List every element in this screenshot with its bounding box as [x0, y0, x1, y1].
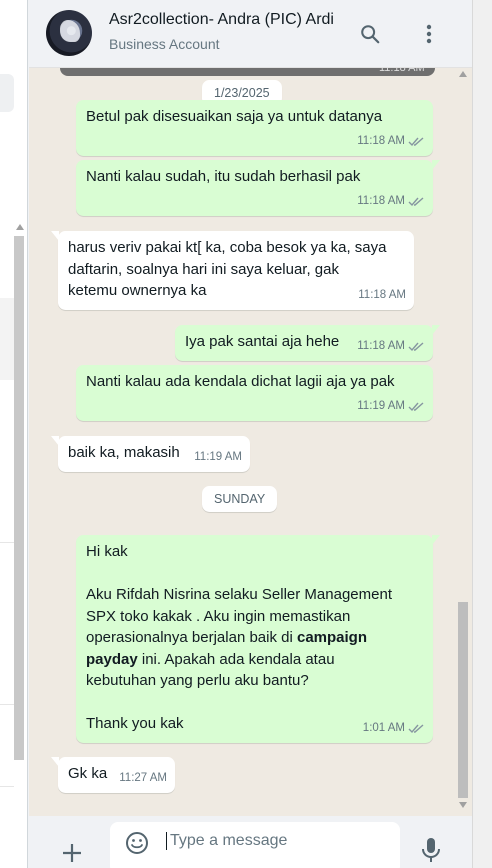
- message-text-line: payday ini. Apakah ada kendala atau: [86, 649, 423, 671]
- message-meta: 11:18 AM: [357, 336, 425, 358]
- bold-text: payday: [86, 650, 138, 668]
- message-text: Gk ka: [68, 765, 108, 782]
- scroll-up-arrow[interactable]: [16, 224, 24, 230]
- background-selected-item: [0, 298, 14, 380]
- message-text-line: harus veriv pakai kt[ ka, coba besok ya …: [68, 239, 387, 256]
- plus-icon[interactable]: [59, 840, 85, 866]
- message-meta: 11:18 AM: [357, 131, 425, 153]
- scroll-down-arrow[interactable]: [459, 802, 467, 808]
- date-separator: SUNDAY: [202, 486, 278, 512]
- divider: [0, 542, 14, 543]
- chat-window: Asr2collection- Andra (PIC) Ardi Busines…: [29, 0, 472, 868]
- message-text-line: ketemu ownernya ka: [68, 282, 207, 299]
- message-text: Nanti kalau sudah, itu sudah berhasil pa…: [86, 168, 361, 185]
- double-check-icon: [408, 402, 424, 411]
- outgoing-message[interactable]: Iya pak santai aja hehe 11:18 AM: [175, 325, 440, 361]
- message-time: 11:18 AM: [357, 194, 405, 207]
- avatar[interactable]: [46, 10, 92, 56]
- mic-icon[interactable]: [420, 836, 442, 864]
- message-text: baik ka, makasih: [68, 444, 180, 461]
- double-check-icon: [408, 342, 424, 351]
- composer-bar: [29, 816, 472, 868]
- scrollbar-thumb[interactable]: [458, 602, 468, 798]
- double-check-icon: [408, 137, 424, 146]
- message-time: 11:19 AM: [357, 399, 405, 412]
- message-text: ini. Apakah ada kendala atau: [141, 650, 335, 668]
- bold-text: campaign: [296, 629, 368, 646]
- message-time: 11:18 AM: [357, 339, 405, 352]
- message-meta: 1:01 AM: [363, 718, 425, 740]
- emoji-icon[interactable]: [124, 830, 150, 856]
- message-meta: 11:19 AM: [357, 396, 425, 418]
- chat-scrollbar[interactable]: [457, 68, 470, 816]
- incoming-message[interactable]: Gk ka 11:27 AM: [51, 757, 175, 793]
- message-list[interactable]: 11:18 AM 1/23/2025 Betul pak disesuaikan…: [29, 58, 472, 816]
- background-window-strip: [472, 0, 492, 868]
- message-text-line: operasionalnya berjalan baik di campaign: [86, 627, 423, 649]
- message-meta: 11:18 AM: [357, 191, 425, 213]
- incoming-message[interactable]: baik ka, makasih 11:19 AM: [51, 436, 250, 472]
- message-text: Betul pak disesuaikan saja ya untuk data…: [86, 108, 383, 125]
- message-meta: 11:18 AM: [358, 285, 406, 307]
- message-text-line: SPX toko kakak . Aku ingin memastikan: [86, 607, 351, 625]
- message-time: 11:27 AM: [119, 771, 167, 784]
- search-icon[interactable]: [356, 20, 384, 48]
- message-time: 11:18 AM: [357, 134, 405, 147]
- message-text: Iya pak santai aja hehe: [185, 333, 340, 350]
- message-time: 1:01 AM: [362, 721, 405, 734]
- chat-header: Asr2collection- Andra (PIC) Ardi Busines…: [29, 0, 472, 68]
- outgoing-message[interactable]: Betul pak disesuaikan saja ya untuk data…: [76, 100, 433, 156]
- contact-name[interactable]: Asr2collection- Andra (PIC) Ardi: [109, 11, 363, 29]
- message-time: 11:18 AM: [358, 288, 406, 301]
- scroll-up-arrow[interactable]: [459, 71, 467, 77]
- message-meta: 11:19 AM: [194, 447, 242, 469]
- message-text-line: kebutuhan yang perlu aku bantu?: [86, 672, 309, 689]
- message-text-line: Aku Rifdah Nisrina selaku Seller Managem…: [86, 586, 392, 603]
- divider: [0, 786, 14, 787]
- double-check-icon: [408, 724, 424, 733]
- double-check-icon: [408, 197, 424, 206]
- message-input-box[interactable]: [110, 822, 400, 868]
- background-window-strip: [0, 0, 28, 868]
- outgoing-message[interactable]: Nanti kalau ada kendala dichat lagii aja…: [76, 365, 433, 421]
- message-text-line: daftarin, soalnya hari ini saya keluar, …: [68, 260, 339, 278]
- message-text: Nanti kalau ada kendala dichat lagii aja…: [86, 373, 395, 390]
- message-text-line: Hi kak: [86, 543, 128, 560]
- message-input[interactable]: [166, 832, 386, 850]
- outgoing-message[interactable]: Hi kak Aku Rifdah Nisrina selaku Seller …: [76, 535, 440, 743]
- background-list-item: [0, 74, 14, 112]
- message-text: operasionalnya berjalan baik di: [86, 629, 293, 646]
- account-type: Business Account: [109, 36, 220, 52]
- divider: [0, 704, 14, 705]
- outgoing-message[interactable]: Nanti kalau sudah, itu sudah berhasil pa…: [76, 160, 440, 216]
- message-time: 11:19 AM: [194, 450, 242, 463]
- incoming-message[interactable]: harus veriv pakai kt[ ka, coba besok ya …: [51, 231, 414, 310]
- message-meta: 11:27 AM: [119, 768, 167, 790]
- background-scrollbar[interactable]: [14, 236, 24, 760]
- kebab-menu-icon[interactable]: [415, 20, 443, 48]
